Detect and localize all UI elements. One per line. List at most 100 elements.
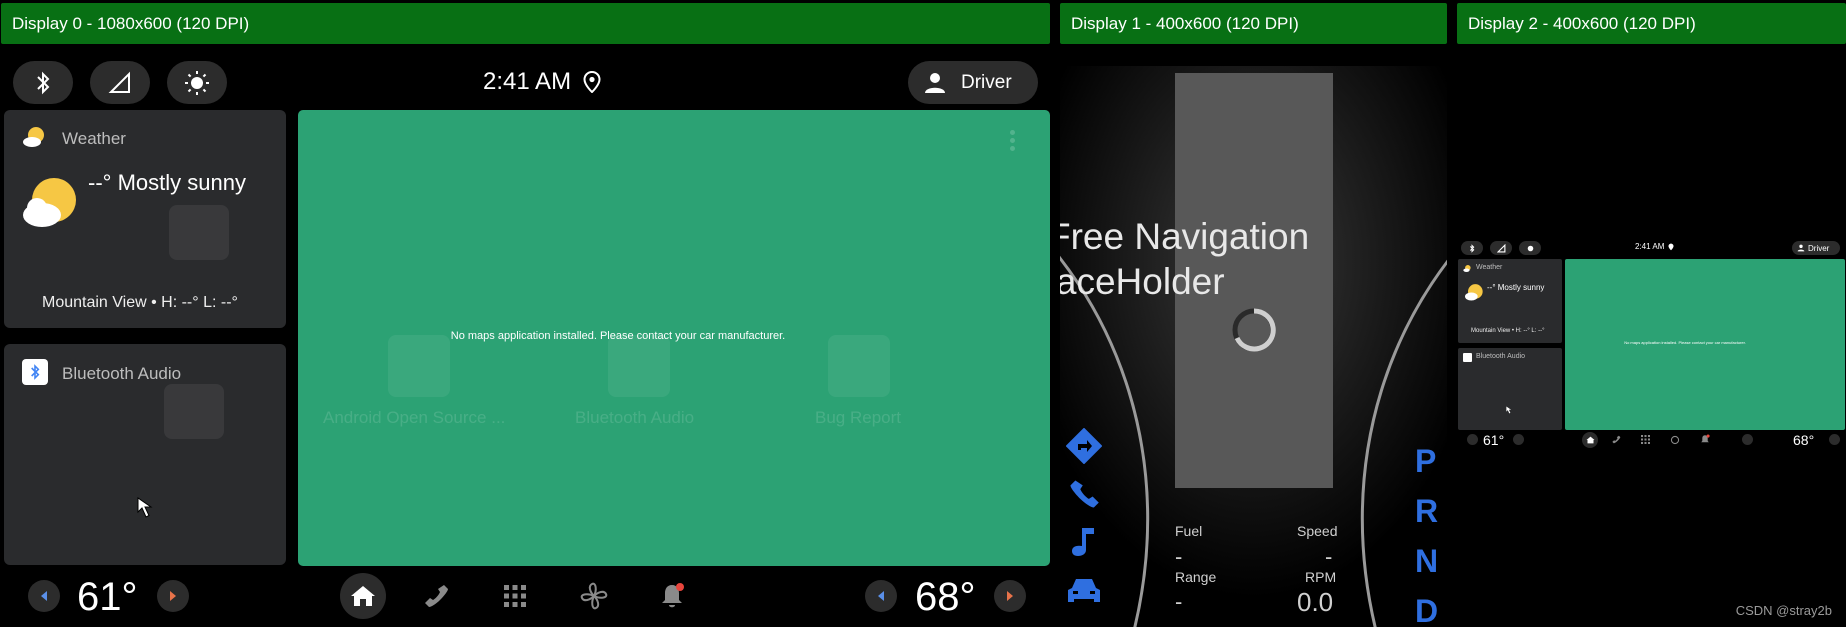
mini-right-temp-decrease[interactable] <box>1742 434 1753 445</box>
weather-card-title: Weather <box>62 129 126 148</box>
arrow-left-icon <box>878 591 884 601</box>
gear-r: R <box>1415 493 1439 529</box>
mini-signal-button[interactable] <box>1490 241 1512 255</box>
range-value: - <box>1175 589 1183 614</box>
phone-icon[interactable] <box>1612 435 1621 444</box>
mini-user-button[interactable]: Driver <box>1792 241 1840 255</box>
rpm-value: 0.0 <box>1297 587 1334 617</box>
clock: 2:41 AM <box>483 68 601 96</box>
weather-card[interactable]: Weather --° Mostly sunny Mountain View •… <box>4 110 286 328</box>
notification-bell-icon <box>662 583 684 608</box>
ghost-app-label: Bluetooth Audio <box>575 408 695 427</box>
left-temp-increase-button[interactable] <box>157 580 189 612</box>
loading-spinner-icon <box>1232 308 1276 352</box>
phone-icon <box>425 585 448 607</box>
right-temperature: 68° <box>915 575 976 619</box>
user-name: Driver <box>961 71 1012 93</box>
brightness-icon <box>1527 245 1533 251</box>
mini-weather-condition: --° Mostly sunny <box>1487 283 1545 292</box>
arrow-right-icon <box>1007 591 1013 601</box>
mini-map-message: No maps application installed. Please co… <box>1624 340 1746 345</box>
apps-grid-icon[interactable] <box>1641 435 1650 444</box>
mouse-cursor-icon <box>137 497 153 518</box>
signal-icon <box>108 71 130 93</box>
mini-bluetooth-card[interactable]: Bluetooth Audio <box>1458 348 1562 430</box>
mini-left-temp-decrease[interactable] <box>1467 434 1478 445</box>
apps-grid-button[interactable] <box>497 578 533 614</box>
mini-weather-title: Weather <box>1476 264 1503 271</box>
mini-right-temp-increase[interactable] <box>1829 434 1840 445</box>
music-app-icon[interactable] <box>1070 526 1098 558</box>
ghost-app-tile <box>828 335 890 397</box>
left-temperature: 61° <box>77 575 138 619</box>
mini-user-name: Driver <box>1808 243 1830 253</box>
bluetooth-icon <box>31 364 40 380</box>
phone-app-icon[interactable] <box>1068 478 1100 510</box>
bluetooth-app-icon <box>22 359 48 385</box>
mini-clock: 2:41 AM <box>1635 242 1674 251</box>
more-options-icon[interactable] <box>1010 130 1016 151</box>
weather-location: Mountain View • H: --° L: --° <box>42 294 238 311</box>
display-1-cluster: Free Navigation PlaceHolder Fuel - Speed… <box>1060 46 1447 627</box>
map-area[interactable]: Android Open Source ... Bluetooth Audio … <box>298 110 1050 566</box>
left-temp-decrease-button[interactable] <box>28 580 60 612</box>
weather-small-icon <box>1463 265 1471 272</box>
mini-home-button[interactable] <box>1582 432 1598 448</box>
display-0: 2:41 AM Driver Weather --° Mostly sunny … <box>0 46 1050 627</box>
brightness-icon <box>185 70 209 95</box>
weather-condition: --° Mostly sunny <box>88 170 246 195</box>
bluetooth-audio-card[interactable]: Bluetooth Audio <box>4 344 286 565</box>
notification-bell-icon[interactable] <box>1700 434 1710 445</box>
mini-right-temperature: 68° <box>1793 432 1815 448</box>
gear-d: D <box>1415 593 1439 627</box>
rpm-label: RPM <box>1305 569 1337 585</box>
mini-brightness-button[interactable] <box>1519 241 1541 255</box>
bluetooth-button[interactable] <box>13 61 73 104</box>
ghost-app-label: Android Open Source ... <box>323 408 506 427</box>
bluetooth-card-title: Bluetooth Audio <box>62 364 182 383</box>
user-profile-button[interactable]: Driver <box>908 61 1038 104</box>
fan-icon <box>580 582 608 610</box>
navigation-placeholder-text: Free Navigation PlaceHolder <box>1060 214 1309 304</box>
ghost-app-tile <box>169 205 229 260</box>
display-2: 2:41 AM Driver Weather --° Mostly sunny … <box>1457 46 1846 627</box>
right-temp-decrease-button[interactable] <box>865 580 897 612</box>
fan-icon[interactable] <box>1670 435 1680 445</box>
car-app-icon[interactable] <box>1066 576 1102 606</box>
mini-home-screen[interactable]: 2:41 AM Driver Weather --° Mostly sunny … <box>1457 237 1846 453</box>
mini-left-temp-increase[interactable] <box>1513 434 1524 445</box>
gear-p: P <box>1415 443 1437 479</box>
navigation-placeholder-line1: Free Navigation <box>1060 216 1310 257</box>
clock-time: 2:41 AM <box>483 68 572 95</box>
notifications-button[interactable] <box>654 578 690 614</box>
ghost-app-tile <box>388 335 450 397</box>
navigation-app-icon[interactable] <box>1066 428 1102 464</box>
signal-button[interactable] <box>90 61 150 104</box>
display-2-title: Display 2 - 400x600 (120 DPI) <box>1457 3 1846 44</box>
signal-icon <box>1496 243 1505 252</box>
mini-weather-card[interactable]: Weather --° Mostly sunny Mountain View •… <box>1458 259 1562 343</box>
mini-bluetooth-title: Bluetooth Audio <box>1476 353 1526 360</box>
mini-clock-time: 2:41 AM <box>1635 242 1665 251</box>
map-error-message: No maps application installed. Please co… <box>450 330 786 342</box>
bluetooth-icon <box>37 71 50 94</box>
location-icon <box>583 71 601 93</box>
ghost-app-tile <box>608 335 670 397</box>
mini-left-temperature: 61° <box>1483 432 1505 448</box>
ghost-app-label: Bug Report <box>815 408 901 427</box>
navigation-placeholder-line2: PlaceHolder <box>1060 261 1225 302</box>
mini-bluetooth-button[interactable] <box>1461 241 1483 255</box>
watermark: CSDN @stray2b <box>1735 603 1832 618</box>
sunny-icon <box>23 178 76 227</box>
location-icon <box>1668 243 1674 250</box>
brightness-button[interactable] <box>167 61 227 104</box>
arrow-left-icon <box>41 591 47 601</box>
home-button[interactable] <box>340 573 386 619</box>
phone-button[interactable] <box>419 578 455 614</box>
bottom-bar: 61° 68° <box>0 566 1050 627</box>
fuel-label: Fuel <box>1175 523 1203 539</box>
fan-button[interactable] <box>576 578 612 614</box>
right-temp-increase-button[interactable] <box>994 580 1026 612</box>
mini-map-area[interactable]: No maps application installed. Please co… <box>1565 259 1845 430</box>
mini-weather-location: Mountain View • H: --° L: --° <box>1471 328 1545 334</box>
